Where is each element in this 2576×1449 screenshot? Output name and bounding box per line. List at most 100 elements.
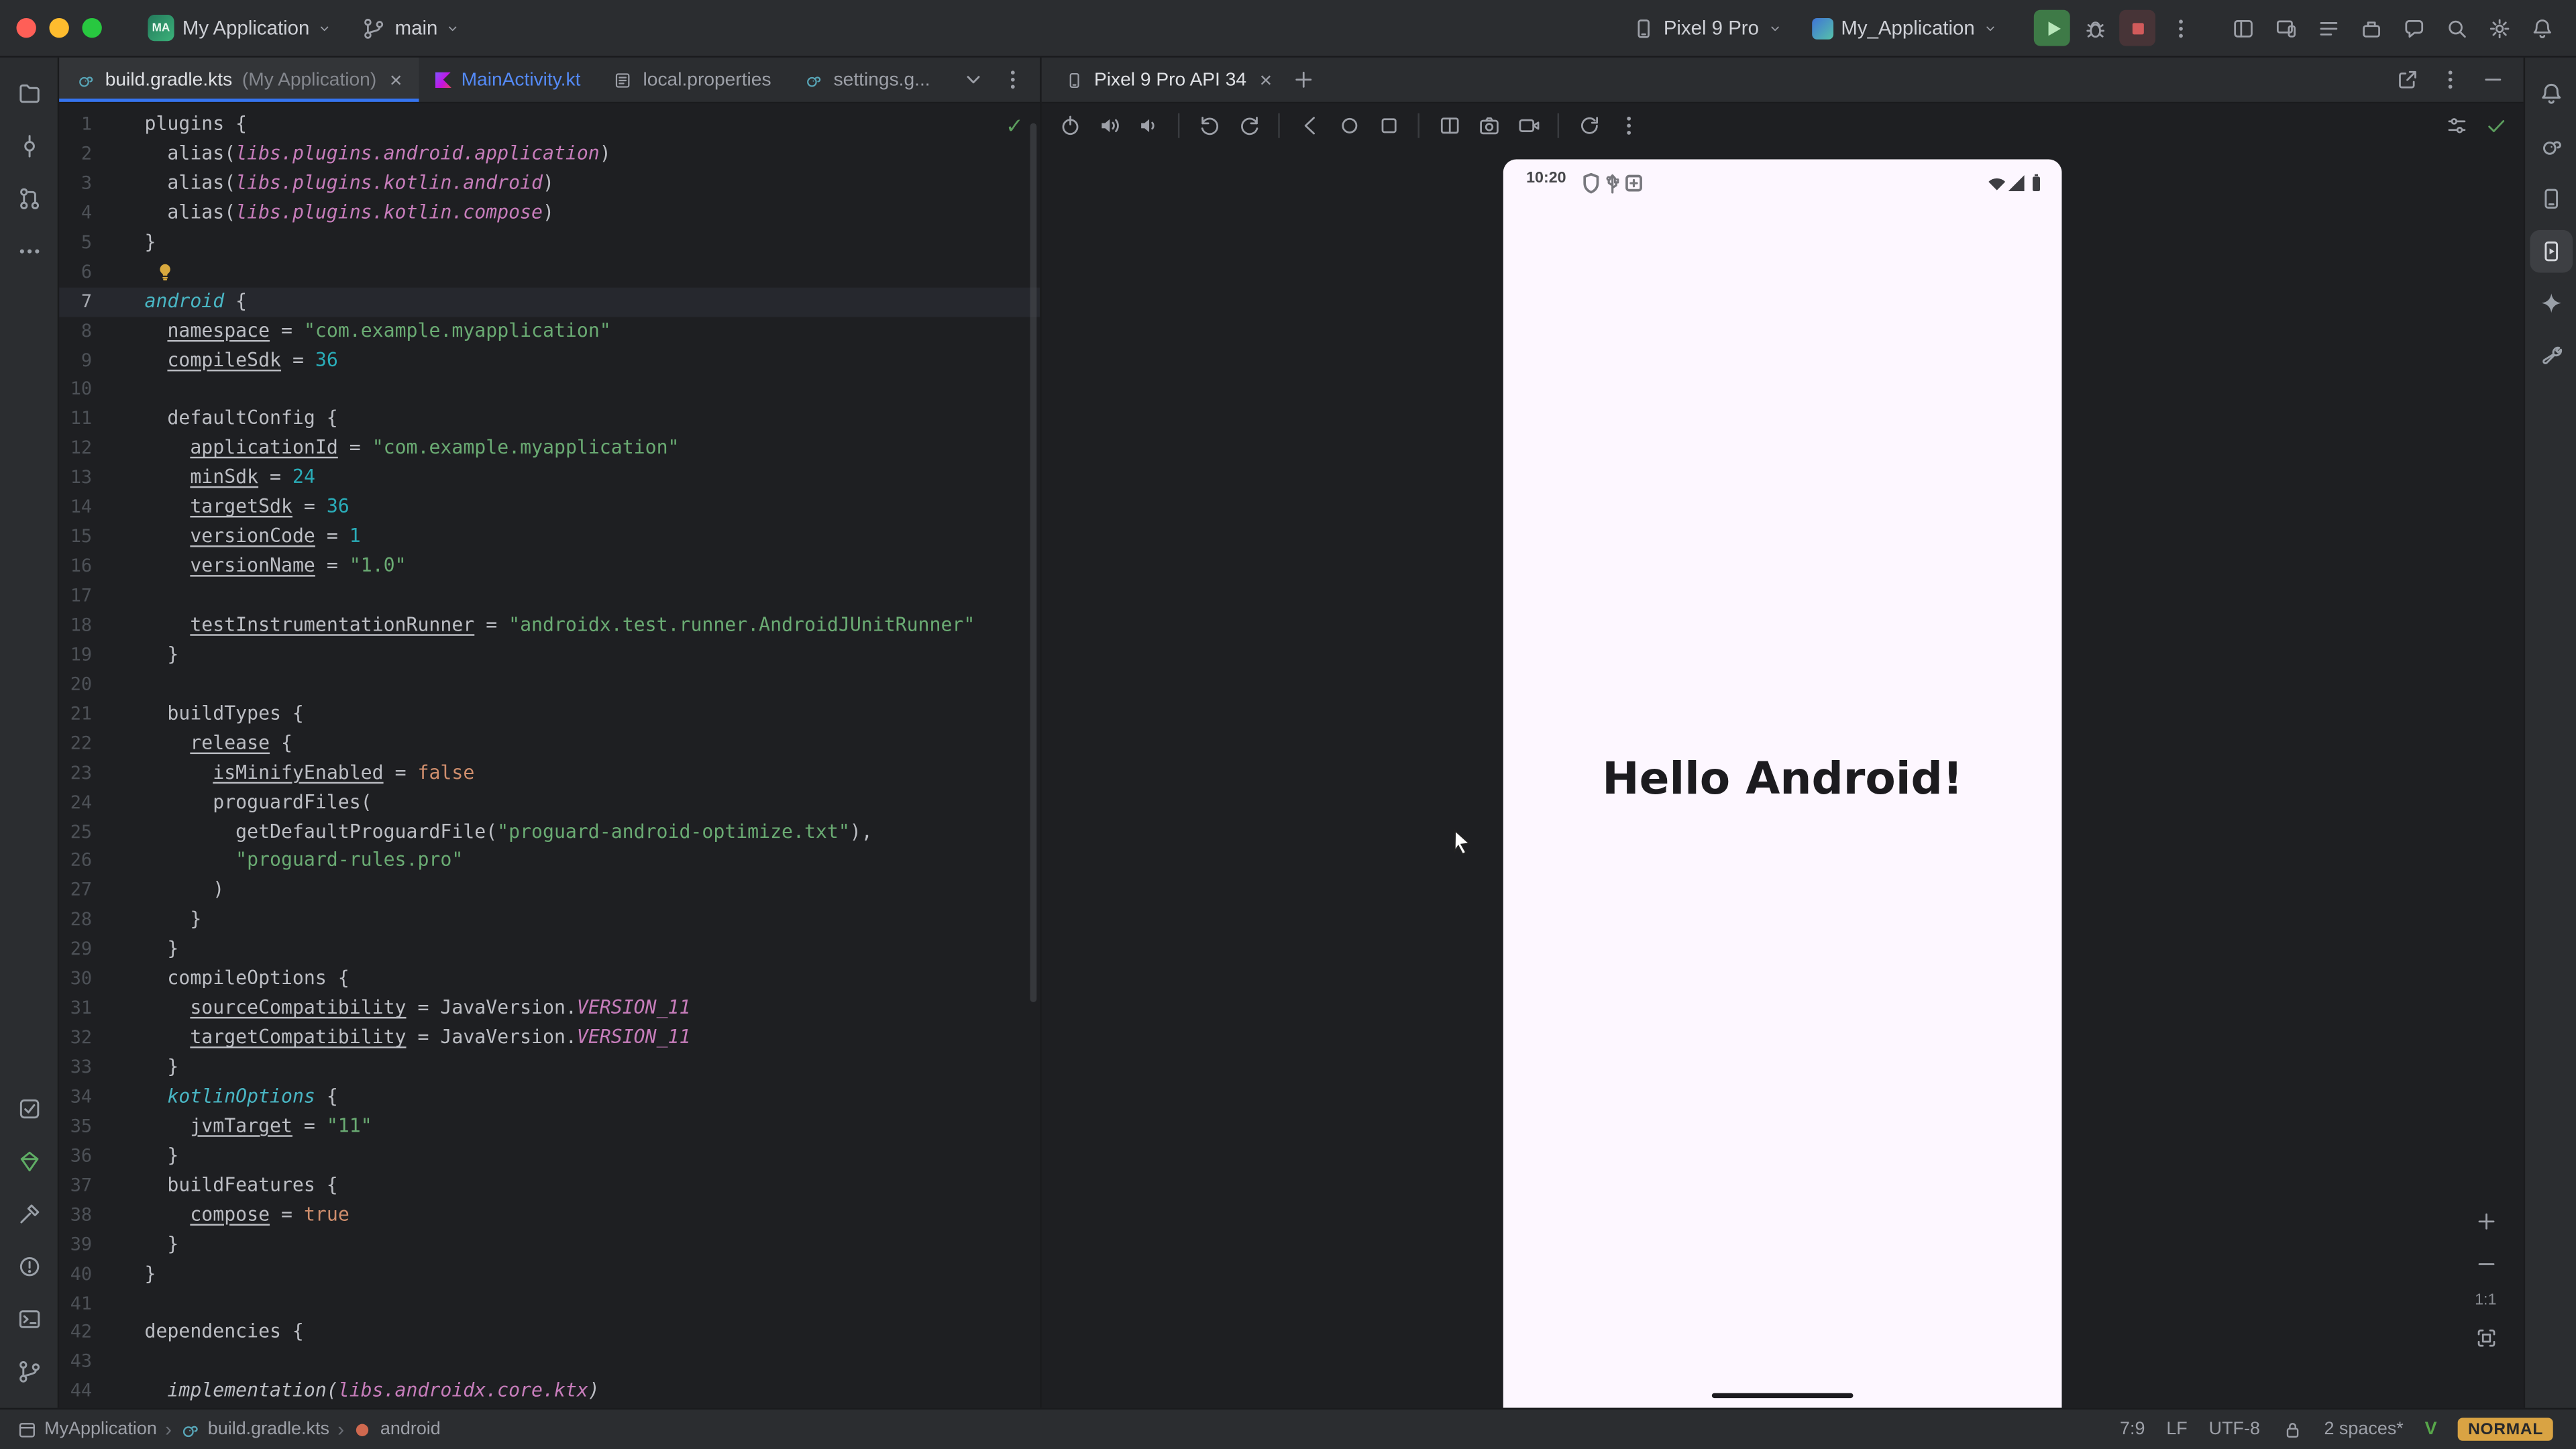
breadcrumb-myapplication[interactable]: MyApplication: [16, 1419, 156, 1440]
device-mirroring-icon[interactable]: [2267, 10, 2304, 46]
code-line[interactable]: 22 release {: [59, 729, 1040, 759]
line-number[interactable]: 27: [59, 876, 92, 906]
code-line[interactable]: 37 buildFeatures {: [59, 1171, 1040, 1201]
line-number[interactable]: 38: [59, 1200, 92, 1230]
more-run-actions-button[interactable]: [2162, 10, 2198, 46]
code-line[interactable]: 30 compileOptions {: [59, 965, 1040, 994]
screen-record-button[interactable]: [1510, 107, 1546, 143]
zoom-ratio-button[interactable]: 1:1: [2475, 1291, 2496, 1309]
code-editor[interactable]: 1plugins {2 alias(libs.plugins.android.a…: [59, 103, 1040, 1407]
assistant-tool-button[interactable]: [2529, 335, 2572, 378]
volume-up-button[interactable]: [1091, 107, 1127, 143]
line-number[interactable]: 5: [59, 228, 92, 258]
code-line[interactable]: 31 sourceCompatibility = JavaVersion.VER…: [59, 994, 1040, 1024]
display-settings-button[interactable]: [2438, 107, 2474, 143]
line-number[interactable]: 29: [59, 935, 92, 965]
device-screen[interactable]: 10:20 Hello Android!: [1503, 160, 2062, 1408]
code-line[interactable]: 6: [59, 258, 1040, 287]
code-line[interactable]: 21 buildTypes {: [59, 700, 1040, 729]
code-line[interactable]: 19 }: [59, 641, 1040, 670]
tab-options-button[interactable]: [994, 62, 1030, 98]
code-line[interactable]: 35 jvmTarget = "11": [59, 1112, 1040, 1142]
rotate-left-button[interactable]: [1191, 107, 1228, 143]
line-number[interactable]: 19: [59, 641, 92, 670]
gemini-tool-button[interactable]: [2529, 282, 2572, 325]
line-number[interactable]: 41: [59, 1289, 92, 1318]
problems-tool-button[interactable]: [7, 1245, 50, 1288]
code-line[interactable]: 41: [59, 1289, 1040, 1318]
line-number[interactable]: 6: [59, 258, 92, 287]
line-number[interactable]: 22: [59, 729, 92, 759]
line-number[interactable]: 9: [59, 346, 92, 376]
search-everywhere-icon[interactable]: [2438, 10, 2474, 46]
open-in-new-window-button[interactable]: [2389, 62, 2425, 98]
line-number[interactable]: 42: [59, 1318, 92, 1348]
line-number[interactable]: 7: [59, 287, 92, 317]
close-window-button[interactable]: [16, 18, 36, 38]
zoom-window-button[interactable]: [82, 18, 101, 38]
line-number[interactable]: 23: [59, 759, 92, 788]
code-line[interactable]: 8 namespace = "com.example.myapplication…: [59, 317, 1040, 346]
line-number[interactable]: 31: [59, 994, 92, 1024]
code-line[interactable]: 43: [59, 1348, 1040, 1377]
line-number[interactable]: 43: [59, 1348, 92, 1377]
code-line[interactable]: 7android {: [59, 287, 1040, 317]
vim-mode-badge[interactable]: NORMAL: [2458, 1417, 2553, 1440]
code-line[interactable]: 42dependencies {: [59, 1318, 1040, 1348]
tool-windows-icon[interactable]: [2224, 10, 2261, 46]
code-line[interactable]: 1plugins {: [59, 110, 1040, 140]
intention-bulb-icon[interactable]: [154, 261, 176, 282]
device-selector[interactable]: Pixel 9 Pro: [1621, 11, 1792, 45]
line-number[interactable]: 15: [59, 523, 92, 552]
gesture-navigation-bar[interactable]: [1712, 1393, 1854, 1399]
todo-tool-button[interactable]: [7, 1087, 50, 1130]
run-button[interactable]: [2034, 10, 2070, 46]
indent-widget[interactable]: 2 spaces*: [2324, 1419, 2403, 1439]
device-manager-tool-button[interactable]: [2529, 177, 2572, 220]
code-line[interactable]: 44 implementation(libs.androidx.core.ktx…: [59, 1377, 1040, 1407]
gradle-tool-button[interactable]: [2529, 125, 2572, 168]
line-number[interactable]: 36: [59, 1142, 92, 1171]
code-line[interactable]: 27 ): [59, 876, 1040, 906]
ideavim-icon[interactable]: V: [2425, 1419, 2437, 1439]
line-number[interactable]: 24: [59, 788, 92, 817]
line-number[interactable]: 25: [59, 817, 92, 847]
code-line[interactable]: 9 compileSdk = 36: [59, 346, 1040, 376]
inspection-status-icon[interactable]: ✓: [1006, 113, 1024, 140]
minimize-window-button[interactable]: [49, 18, 68, 38]
code-line[interactable]: 4 alias(libs.plugins.kotlin.compose): [59, 199, 1040, 228]
code-line[interactable]: 17: [59, 582, 1040, 611]
code-line[interactable]: 32 targetCompatibility = JavaVersion.VER…: [59, 1024, 1040, 1053]
code-line[interactable]: 14 targetSdk = 36: [59, 493, 1040, 523]
more-tool-windows-button[interactable]: [7, 230, 50, 273]
line-number[interactable]: 3: [59, 169, 92, 199]
tab-mainactivity-kt[interactable]: MainActivity.kt: [419, 58, 597, 102]
debug-button[interactable]: [2077, 10, 2113, 46]
app-insights-tool-button[interactable]: [7, 1140, 50, 1183]
close-tab-icon[interactable]: ×: [390, 69, 402, 91]
hide-panel-button[interactable]: [2474, 62, 2510, 98]
line-number[interactable]: 28: [59, 906, 92, 935]
breadcrumb-android[interactable]: android: [352, 1419, 441, 1440]
code-line[interactable]: 2 alias(libs.plugins.android.application…: [59, 140, 1040, 169]
close-device-tab-icon[interactable]: ×: [1260, 69, 1273, 91]
line-number[interactable]: 10: [59, 375, 92, 405]
code-line[interactable]: 38 compose = true: [59, 1200, 1040, 1230]
code-line[interactable]: 40}: [59, 1259, 1040, 1289]
code-line[interactable]: 25 getDefaultProguardFile("proguard-andr…: [59, 817, 1040, 847]
code-line[interactable]: 26 "proguard-rules.pro": [59, 847, 1040, 876]
device-status-ok-icon[interactable]: [2477, 107, 2514, 143]
code-line[interactable]: 16 versionName = "1.0": [59, 552, 1040, 582]
code-line[interactable]: 12 applicationId = "com.example.myapplic…: [59, 434, 1040, 464]
reboot-button[interactable]: [1570, 107, 1607, 143]
breadcrumb-build-gradle-kts[interactable]: build.gradle.kts: [180, 1419, 329, 1440]
line-separator-widget[interactable]: LF: [2166, 1419, 2187, 1439]
rotate-right-button[interactable]: [1230, 107, 1267, 143]
notifications-tool-button[interactable]: [2529, 72, 2572, 115]
line-number[interactable]: 35: [59, 1112, 92, 1142]
code-line[interactable]: 20: [59, 670, 1040, 700]
plugins-icon[interactable]: [2353, 10, 2389, 46]
fold-button[interactable]: [1431, 107, 1467, 143]
line-number[interactable]: 26: [59, 847, 92, 876]
line-number[interactable]: 21: [59, 700, 92, 729]
